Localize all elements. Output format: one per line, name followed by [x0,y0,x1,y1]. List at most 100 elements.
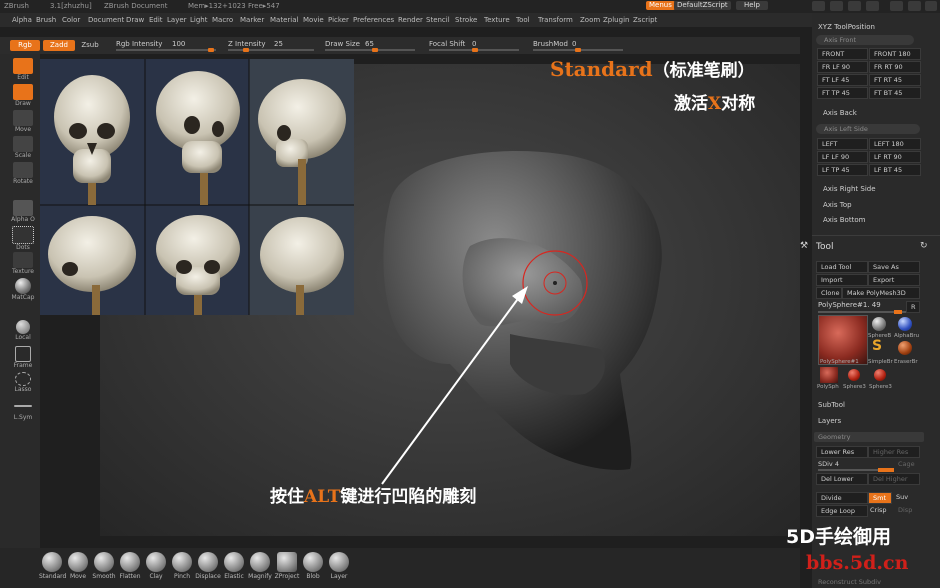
refresh-icon[interactable]: ↻ [920,241,928,251]
save-as-button[interactable]: Save As [868,261,920,273]
menu-stencil[interactable]: Stencil [426,16,450,25]
lsym-button[interactable]: L.Sym [11,398,35,421]
menu-document[interactable]: Document [88,16,124,25]
lock-icon[interactable] [848,1,861,11]
menu-render[interactable]: Render [398,16,423,25]
geometry-header[interactable]: Geometry [814,432,924,442]
menu-zscript[interactable]: Zscript [633,16,657,25]
brush-elastic[interactable]: Elastic [221,552,247,580]
edit-button[interactable]: Edit [11,58,35,81]
brush-magnify[interactable]: Magnify [247,552,273,580]
ft-tp-45-button[interactable]: FT TP 45 [817,87,868,99]
ft-lf-45-button[interactable]: FT LF 45 [817,74,868,86]
polysphere-slider-knob[interactable] [894,310,902,314]
menu-color[interactable]: Color [62,16,80,25]
lf-rt-90-button[interactable]: LF RT 90 [869,151,921,163]
brushmod-knob[interactable] [575,48,581,52]
menu-macro[interactable]: Macro [212,16,233,25]
help-button[interactable]: Help [736,1,768,10]
alphabrush-icon[interactable] [898,317,912,331]
menu-marker[interactable]: Marker [240,16,264,25]
ft-bt-45-button[interactable]: FT BT 45 [869,87,921,99]
menu-texture[interactable]: Texture [484,16,510,25]
default-zscript-button[interactable]: DefaultZScript [674,1,731,10]
sdiv-slider-knob[interactable] [878,468,894,472]
texture-button[interactable]: Texture [11,252,35,275]
smt-toggle[interactable]: Smt [868,492,892,504]
suv-toggle[interactable]: Suv [896,493,908,501]
axis-back-button[interactable]: Axis Back [823,109,857,117]
layers-header[interactable]: Layers [818,417,841,425]
draw-size-knob[interactable] [372,48,378,52]
brush-displace[interactable]: Displace [195,552,221,580]
sphere3-b-icon[interactable] [874,369,886,381]
frame-button[interactable]: Frame [11,346,35,369]
brush-layer[interactable]: Layer [326,552,352,580]
divide-button[interactable]: Divide [816,492,868,504]
menu-brush[interactable]: Brush [36,16,56,25]
brush-zproject[interactable]: ZProject [274,552,300,580]
menu-layer[interactable]: Layer [167,16,187,25]
alpha-button[interactable]: Alpha O [11,200,35,223]
brush-move[interactable]: Move [65,552,91,580]
window-icon[interactable] [908,1,921,11]
crisp-toggle[interactable]: Crisp [870,506,887,514]
move-button[interactable]: Move [11,110,35,133]
axis-top-button[interactable]: Axis Top [823,201,852,209]
brush-blob[interactable]: Blob [300,552,326,580]
r-button[interactable]: R [906,301,920,313]
menu-light[interactable]: Light [190,16,207,25]
brush-standard[interactable]: Standard [39,552,66,580]
menu-picker[interactable]: Picker [328,16,349,25]
close-icon[interactable] [925,1,937,11]
menu-edit[interactable]: Edit [149,16,163,25]
brush-smooth[interactable]: Smooth [91,552,117,580]
eraserbrush-icon[interactable] [898,341,912,355]
del-higher-button[interactable]: Del Higher [868,473,920,485]
left-180-button[interactable]: LEFT 180 [869,138,921,150]
rotate-button[interactable]: Rotate [11,162,35,185]
disp-toggle[interactable]: Disp [898,506,912,514]
make-polymesh3d-button[interactable]: Make PolyMesh3D [842,287,920,299]
edge-loop-button[interactable]: Edge Loop [816,505,868,517]
axis-bottom-button[interactable]: Axis Bottom [823,216,865,224]
menu-zoom[interactable]: Zoom [580,16,600,25]
menu-transform[interactable]: Transform [538,16,573,25]
swap-icon[interactable] [830,1,843,11]
brush-pinch[interactable]: Pinch [169,552,195,580]
reconstruct-subdiv-button[interactable]: Reconstruct Subdiv [818,578,881,586]
restore-icon[interactable] [866,1,879,11]
menu-stroke[interactable]: Stroke [455,16,477,25]
export-button[interactable]: Export [868,274,920,286]
simplebrush-icon[interactable]: S [872,338,882,354]
current-tool-thumbnail[interactable] [818,315,868,365]
lower-res-button[interactable]: Lower Res [816,446,868,458]
menu-movie[interactable]: Movie [303,16,324,25]
fr-rt-90-button[interactable]: FR RT 90 [869,61,921,73]
focal-shift-knob[interactable] [472,48,478,52]
sphere3-a-icon[interactable] [848,369,860,381]
menu-zplugin[interactable]: Zplugin [603,16,629,25]
z-intensity-knob[interactable] [243,48,249,52]
lf-bt-45-button[interactable]: LF BT 45 [869,164,921,176]
menus-button[interactable]: Menus [646,1,675,10]
front-180-button[interactable]: FRONT 180 [869,48,921,60]
higher-res-button[interactable]: Higher Res [868,446,920,458]
fr-lf-90-button[interactable]: FR LF 90 [817,61,868,73]
menu-tool[interactable]: Tool [516,16,530,25]
zsub-button[interactable]: Zsub [78,40,102,51]
menu-draw[interactable]: Draw [126,16,144,25]
menu-alpha[interactable]: Alpha [12,16,32,25]
scale-button[interactable]: Scale [11,136,35,159]
menu-preferences[interactable]: Preferences [353,16,394,25]
lf-lf-90-button[interactable]: LF LF 90 [817,151,868,163]
draw-size-slider[interactable] [325,49,415,51]
menu-material[interactable]: Material [270,16,298,25]
lasso-button[interactable]: Lasso [11,372,35,394]
cage-button[interactable]: Cage [898,460,915,468]
import-button[interactable]: Import [816,274,868,286]
rgb-intensity-knob[interactable] [208,48,214,52]
matcap-button[interactable]: MatCap [11,278,35,301]
rgb-intensity-slider[interactable] [116,49,216,51]
brush-clay[interactable]: Clay [143,552,169,580]
